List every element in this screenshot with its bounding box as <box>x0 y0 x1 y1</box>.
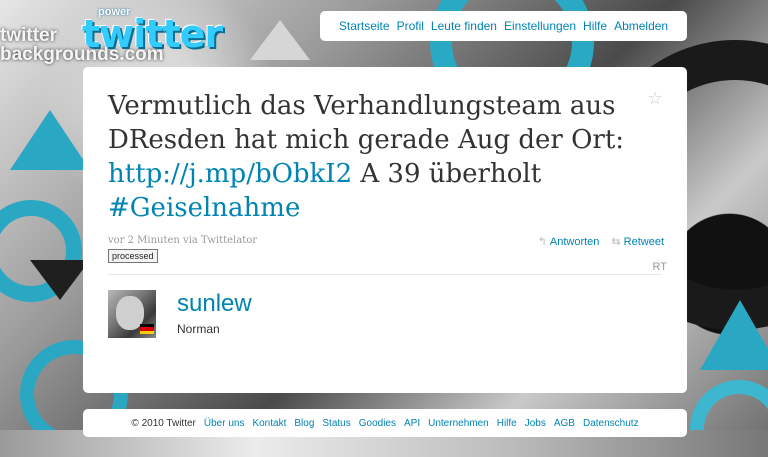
star-icon[interactable]: ☆ <box>647 90 663 107</box>
copyright: © 2010 Twitter <box>131 417 196 429</box>
footer-link-goodies[interactable]: Goodies <box>359 418 396 429</box>
reply-icon: ↰ <box>537 236 547 248</box>
bg-triangle <box>250 20 310 60</box>
tweet-link[interactable]: http://j.mp/bObkI2 <box>108 159 352 189</box>
footer-link-hilfe[interactable]: Hilfe <box>497 418 517 429</box>
footer: © 2010 Twitter Über uns Kontakt Blog Sta… <box>83 409 687 437</box>
tweet-meta: vor 2 Minuten via Twittelator <box>108 235 258 246</box>
retweet-icon: ⇆ <box>611 236 621 248</box>
tweet-text-part: Vermutlich das Verhandlungsteam aus DRes… <box>108 91 625 155</box>
logo-wordmark: twitter <box>82 12 223 56</box>
footer-link-unternehmen[interactable]: Unternehmen <box>428 418 489 429</box>
tweet-actions: ↰ Antworten ⇆ Retweet <box>537 235 664 249</box>
nav-profil[interactable]: Profil <box>397 19 424 33</box>
footer-link-kontakt[interactable]: Kontakt <box>252 418 286 429</box>
tweet-text-part: A 39 überholt <box>352 159 542 189</box>
nav-leute-finden[interactable]: Leute finden <box>431 19 497 33</box>
hashtag-link[interactable]: #Geiselnahme <box>108 193 300 223</box>
retweet-label: Retweet <box>623 235 664 248</box>
footer-link-ueber-uns[interactable]: Über uns <box>204 418 245 429</box>
processed-badge: processed <box>108 249 158 263</box>
bg-triangle <box>30 260 90 300</box>
bg-triangle <box>700 300 768 370</box>
nav-abmelden[interactable]: Abmelden <box>614 19 668 33</box>
retweet-button[interactable]: ⇆ Retweet <box>611 235 664 249</box>
footer-link-api[interactable]: API <box>404 418 420 429</box>
reply-label: Antworten <box>549 235 600 248</box>
nav-startseite[interactable]: Startseite <box>339 19 390 33</box>
nav-einstellungen[interactable]: Einstellungen <box>504 19 576 33</box>
username-link[interactable]: sunlew <box>177 290 252 318</box>
top-navigation: Startseite Profil Leute finden Einstellu… <box>320 11 687 41</box>
avatar[interactable] <box>108 290 156 338</box>
footer-link-blog[interactable]: Blog <box>294 418 314 429</box>
tweet-card: ☆ Vermutlich das Verhandlungsteam aus DR… <box>83 67 687 393</box>
nav-hilfe[interactable]: Hilfe <box>583 19 607 33</box>
footer-link-datenschutz[interactable]: Datenschutz <box>583 418 639 429</box>
footer-link-status[interactable]: Status <box>322 418 350 429</box>
reply-button[interactable]: ↰ Antworten <box>537 235 600 249</box>
real-name: Norman <box>177 322 220 336</box>
tweet-text: Vermutlich das Verhandlungsteam aus DRes… <box>108 89 628 225</box>
german-flag-icon <box>140 324 154 334</box>
bg-triangle <box>10 110 90 170</box>
rt-label[interactable]: RT <box>653 261 667 273</box>
twitter-logo[interactable]: power twitter <box>82 6 252 56</box>
footer-link-agb[interactable]: AGB <box>554 418 575 429</box>
footer-link-jobs[interactable]: Jobs <box>525 418 546 429</box>
divider <box>108 274 662 275</box>
